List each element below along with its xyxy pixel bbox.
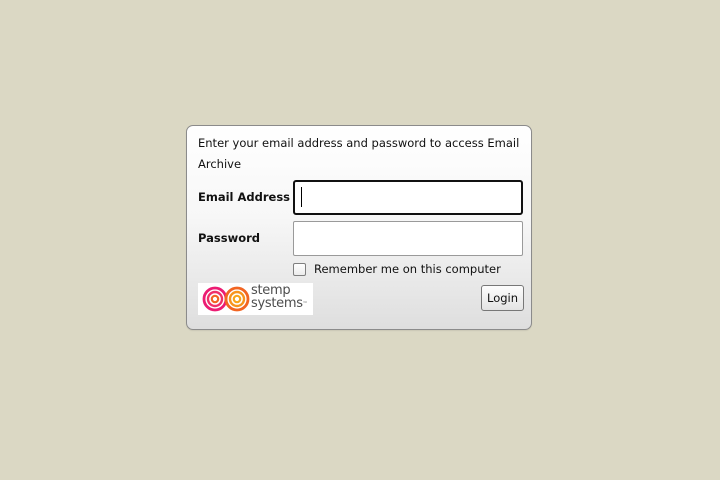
email-input[interactable] xyxy=(293,180,523,215)
infinity-spiral-icon xyxy=(202,286,250,312)
logo-line-2: systems xyxy=(251,295,303,311)
password-label: Password xyxy=(198,231,260,245)
instructions-text: Enter your email address and password to… xyxy=(198,136,520,171)
logo-wordmark: stemp systems™ xyxy=(251,284,308,311)
login-button[interactable]: Login xyxy=(481,285,524,311)
login-panel: Enter your email address and password to… xyxy=(186,125,532,330)
stemp-systems-logo: stemp systems™ xyxy=(198,283,313,315)
text-cursor xyxy=(301,187,302,207)
remember-me-label[interactable]: Remember me on this computer xyxy=(314,262,501,276)
email-label: Email Address xyxy=(198,190,291,204)
password-input[interactable] xyxy=(293,221,523,256)
remember-me-checkbox[interactable] xyxy=(293,263,306,276)
trademark-symbol: ™ xyxy=(302,300,308,307)
